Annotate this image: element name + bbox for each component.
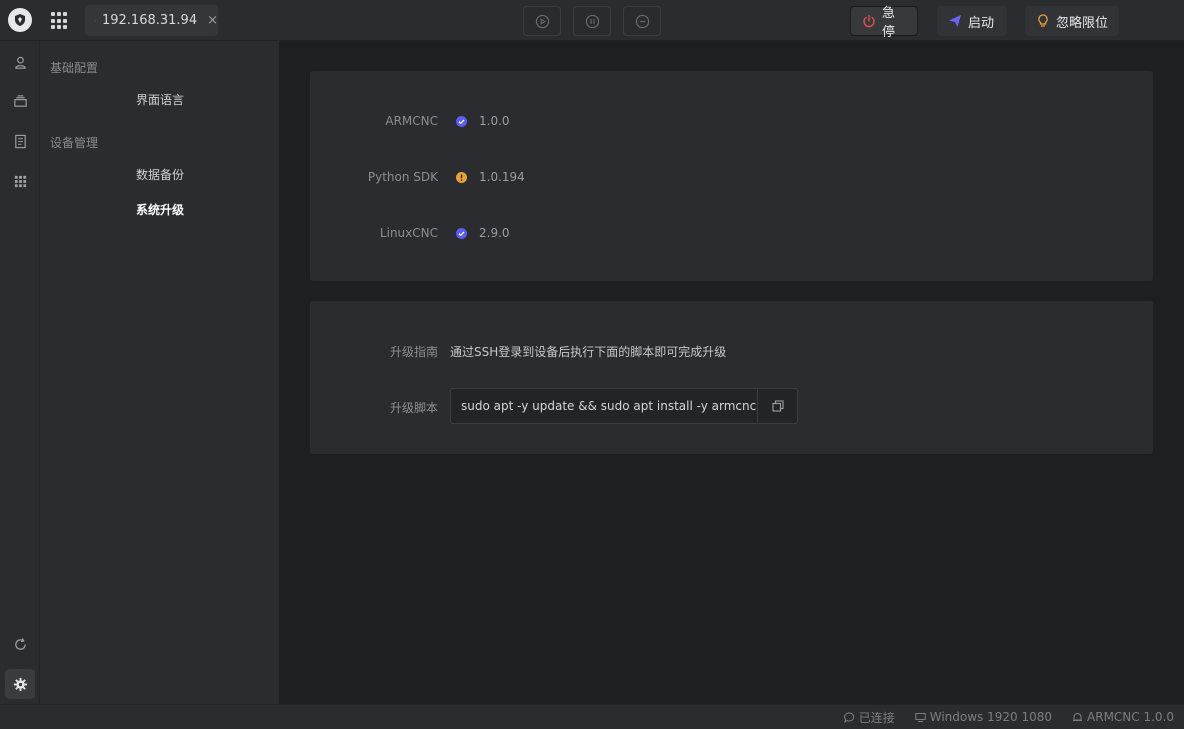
bell-icon: [1073, 712, 1083, 721]
warning-circle-icon: [456, 171, 467, 183]
rail-refresh[interactable]: [10, 634, 30, 654]
lightbulb-icon: [1038, 14, 1048, 27]
version-value: 1.0.194: [479, 170, 525, 184]
apps-grid-icon[interactable]: [51, 12, 69, 30]
top-bar: 192.168.31.94 × 急停 启动 忽略限位: [0, 0, 1184, 41]
nav-item-upgrade[interactable]: 系统升级: [136, 201, 184, 218]
gear-icon: [13, 677, 27, 691]
display-text: Windows 1920 1080: [929, 710, 1053, 724]
version-value: 2.9.0: [479, 226, 510, 240]
display-info: Windows 1920 1080: [915, 710, 1052, 724]
check-circle-icon: [456, 115, 467, 127]
version-row: LinuxCNC 2.9.0: [310, 223, 1153, 243]
power-icon: [863, 14, 875, 28]
close-icon[interactable]: ×: [207, 13, 218, 28]
status-bar: 已连接 Windows 1920 1080 ARMCNC 1.0.0: [0, 704, 1184, 729]
main-content: ARMCNC 1.0.0 Python SDK 1.0.194 LinuxCNC…: [279, 41, 1184, 704]
play-button[interactable]: [523, 6, 561, 36]
app-logo[interactable]: [8, 8, 32, 32]
start-button[interactable]: 启动: [937, 6, 1007, 36]
chat-bubble-icon: [843, 712, 854, 723]
pause-icon: [585, 14, 599, 28]
app-version-info: ARMCNC 1.0.0: [1072, 710, 1174, 724]
tab-device[interactable]: 192.168.31.94 ×: [85, 5, 218, 36]
check-circle-icon: [456, 227, 467, 239]
upgrade-script-field[interactable]: sudo apt -y update && sudo apt install -…: [450, 388, 798, 424]
upgrade-card: 升级指南 通过SSH登录到设备后执行下面的脚本即可完成升级 升级脚本 sudo …: [310, 301, 1153, 454]
emergency-stop-label: 急停: [882, 6, 896, 40]
app-version-text: ARMCNC 1.0.0: [1087, 710, 1174, 724]
upgrade-script-value[interactable]: sudo apt -y update && sudo apt install -…: [451, 399, 757, 413]
upgrade-guide-label: 升级指南: [389, 345, 438, 359]
rail-settings[interactable]: [5, 669, 35, 699]
nav-item-backup[interactable]: 数据备份: [136, 166, 184, 183]
grid-icon: [14, 175, 26, 187]
copy-button[interactable]: [757, 389, 797, 423]
version-name: Python SDK: [367, 170, 438, 184]
shield-logo-icon: [15, 14, 25, 26]
version-row: Python SDK 1.0.194: [310, 167, 1153, 187]
version-value: 1.0.0: [479, 114, 510, 128]
nav-group-basic: 基础配置: [50, 61, 99, 75]
rail-document[interactable]: [10, 131, 30, 151]
settings-subnav: 基础配置 界面语言 设备管理 数据备份 系统升级: [40, 41, 279, 704]
rail-layers[interactable]: [10, 91, 30, 111]
ignore-limits-label: 忽略限位: [1056, 15, 1109, 31]
upgrade-guide-text: 通过SSH登录到设备后执行下面的脚本即可完成升级: [450, 345, 727, 359]
rail-user[interactable]: [10, 52, 30, 72]
nav-item-language[interactable]: 界面语言: [136, 91, 184, 108]
tab-title: 192.168.31.94: [101, 13, 198, 28]
document-icon: [14, 134, 26, 148]
user-icon: [14, 56, 26, 69]
nav-group-device: 设备管理: [50, 136, 99, 150]
pause-button[interactable]: [573, 6, 611, 36]
connection-text: 已连接: [858, 710, 895, 725]
connection-status: 已连接: [843, 709, 895, 726]
app-window: 192.168.31.94 × 急停 启动 忽略限位 基础配置 界面语言 设备管…: [0, 0, 1184, 729]
refresh-icon: [14, 637, 26, 650]
layers-icon: [13, 94, 27, 107]
rail-apps[interactable]: [10, 171, 30, 191]
start-label: 启动: [968, 15, 995, 31]
version-card: ARMCNC 1.0.0 Python SDK 1.0.194 LinuxCNC…: [310, 71, 1153, 281]
upgrade-script-label: 升级脚本: [389, 401, 438, 415]
send-icon: [949, 15, 961, 27]
monitor-icon: [915, 712, 926, 722]
stop-button[interactable]: [623, 6, 661, 36]
play-icon: [535, 14, 549, 28]
stop-icon: [635, 14, 649, 28]
left-rail: [0, 41, 40, 704]
version-name: ARMCNC: [385, 114, 438, 128]
link-icon: [95, 20, 96, 21]
emergency-stop-button[interactable]: 急停: [850, 6, 918, 40]
copy-icon: [771, 400, 784, 412]
version-row: ARMCNC 1.0.0: [310, 111, 1153, 131]
ignore-limits-button[interactable]: 忽略限位: [1025, 6, 1119, 36]
version-name: LinuxCNC: [379, 226, 438, 240]
